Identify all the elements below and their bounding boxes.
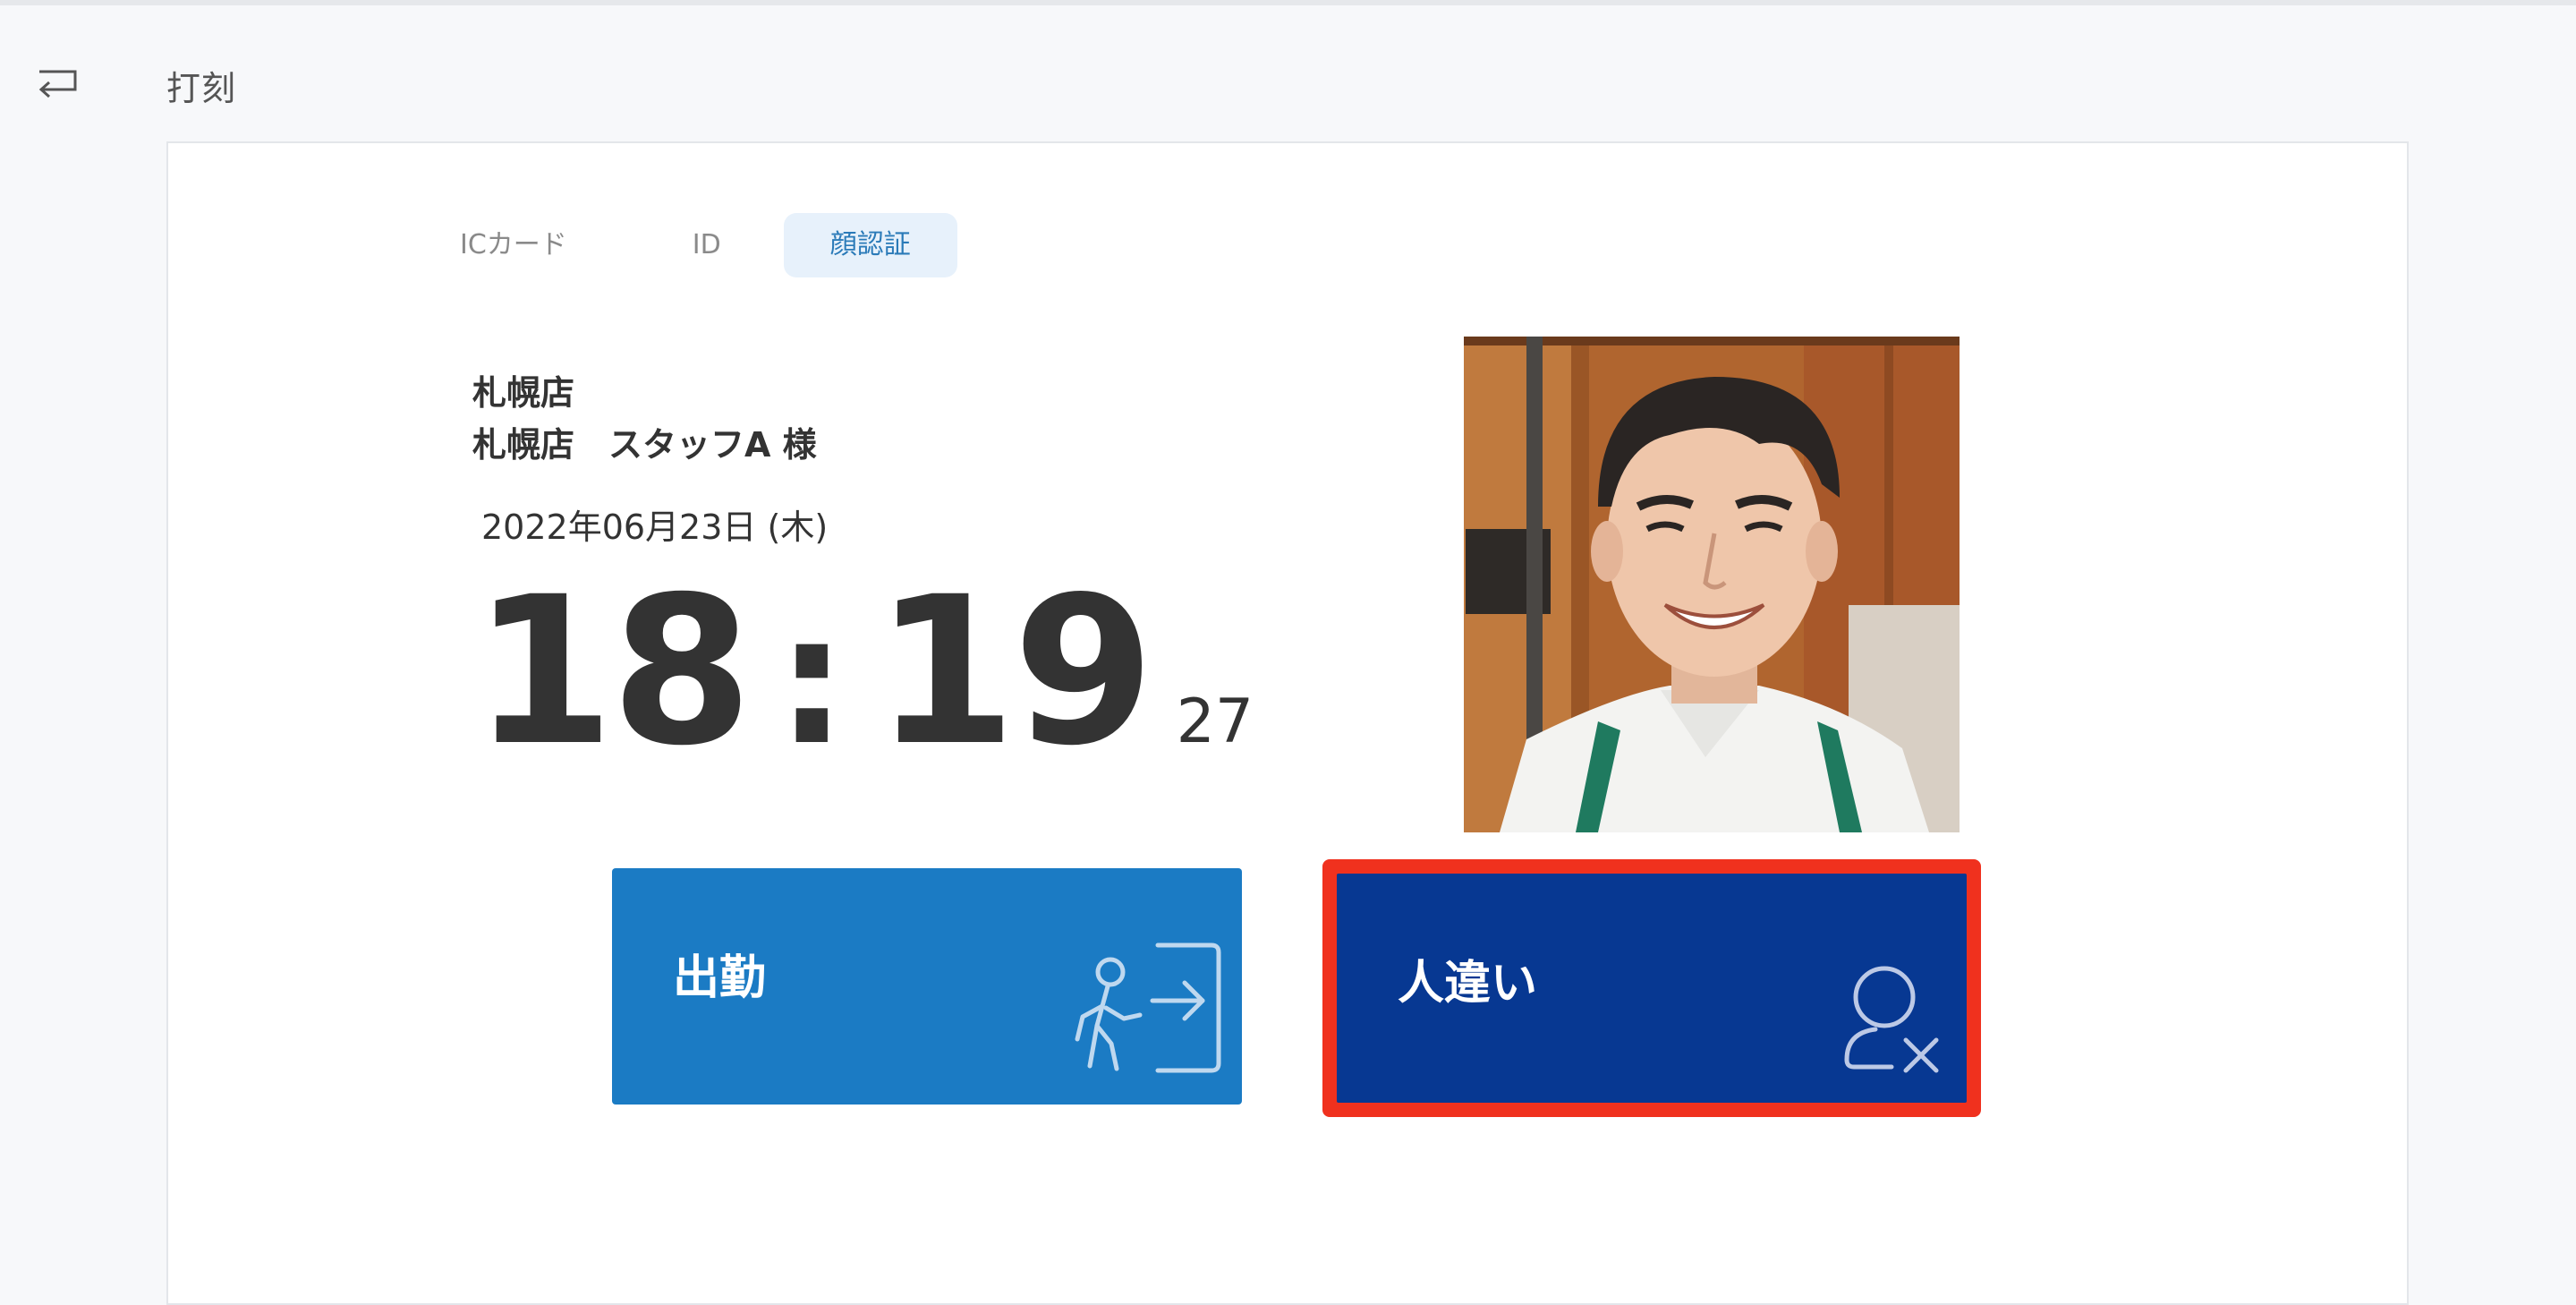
back-icon[interactable] bbox=[34, 59, 82, 107]
staff-name: 札幌店 スタッフA 様 bbox=[472, 425, 817, 465]
tab-face-auth[interactable]: 顔認証 bbox=[783, 213, 957, 277]
user-remove-icon bbox=[1840, 961, 1947, 1081]
clock-separator: : bbox=[776, 576, 848, 785]
clock-in-button[interactable]: 出勤 bbox=[612, 868, 1242, 1105]
tab-ic-card[interactable]: ICカード bbox=[437, 213, 630, 277]
header: 打刻 bbox=[0, 5, 2576, 140]
clock-minutes: 19 bbox=[874, 552, 1154, 790]
enter-door-icon bbox=[1070, 936, 1222, 1083]
clock-hours: 18 bbox=[472, 552, 752, 790]
wrong-person-button[interactable]: 人違い bbox=[1337, 874, 1967, 1103]
clock-seconds: 27 bbox=[1176, 687, 1254, 757]
date-display: 2022年06月23日 (木) bbox=[481, 508, 829, 547]
clock-display: 18 : 19 27 bbox=[472, 550, 1254, 792]
page-title: 打刻 bbox=[166, 69, 237, 108]
tab-id[interactable]: ID bbox=[630, 213, 784, 277]
wrong-person-label: 人違い bbox=[1398, 957, 1538, 1011]
wrong-person-highlight: 人違い bbox=[1322, 859, 1981, 1117]
store-name: 札幌店 bbox=[472, 373, 575, 413]
face-photo bbox=[1464, 337, 1960, 832]
clock-in-label: 出勤 bbox=[673, 951, 767, 1005]
punch-card: ICカード ID 顔認証 札幌店 札幌店 スタッフA 様 2022年06月23日… bbox=[166, 141, 2409, 1305]
auth-tabs: ICカード ID 顔認証 bbox=[437, 213, 957, 277]
